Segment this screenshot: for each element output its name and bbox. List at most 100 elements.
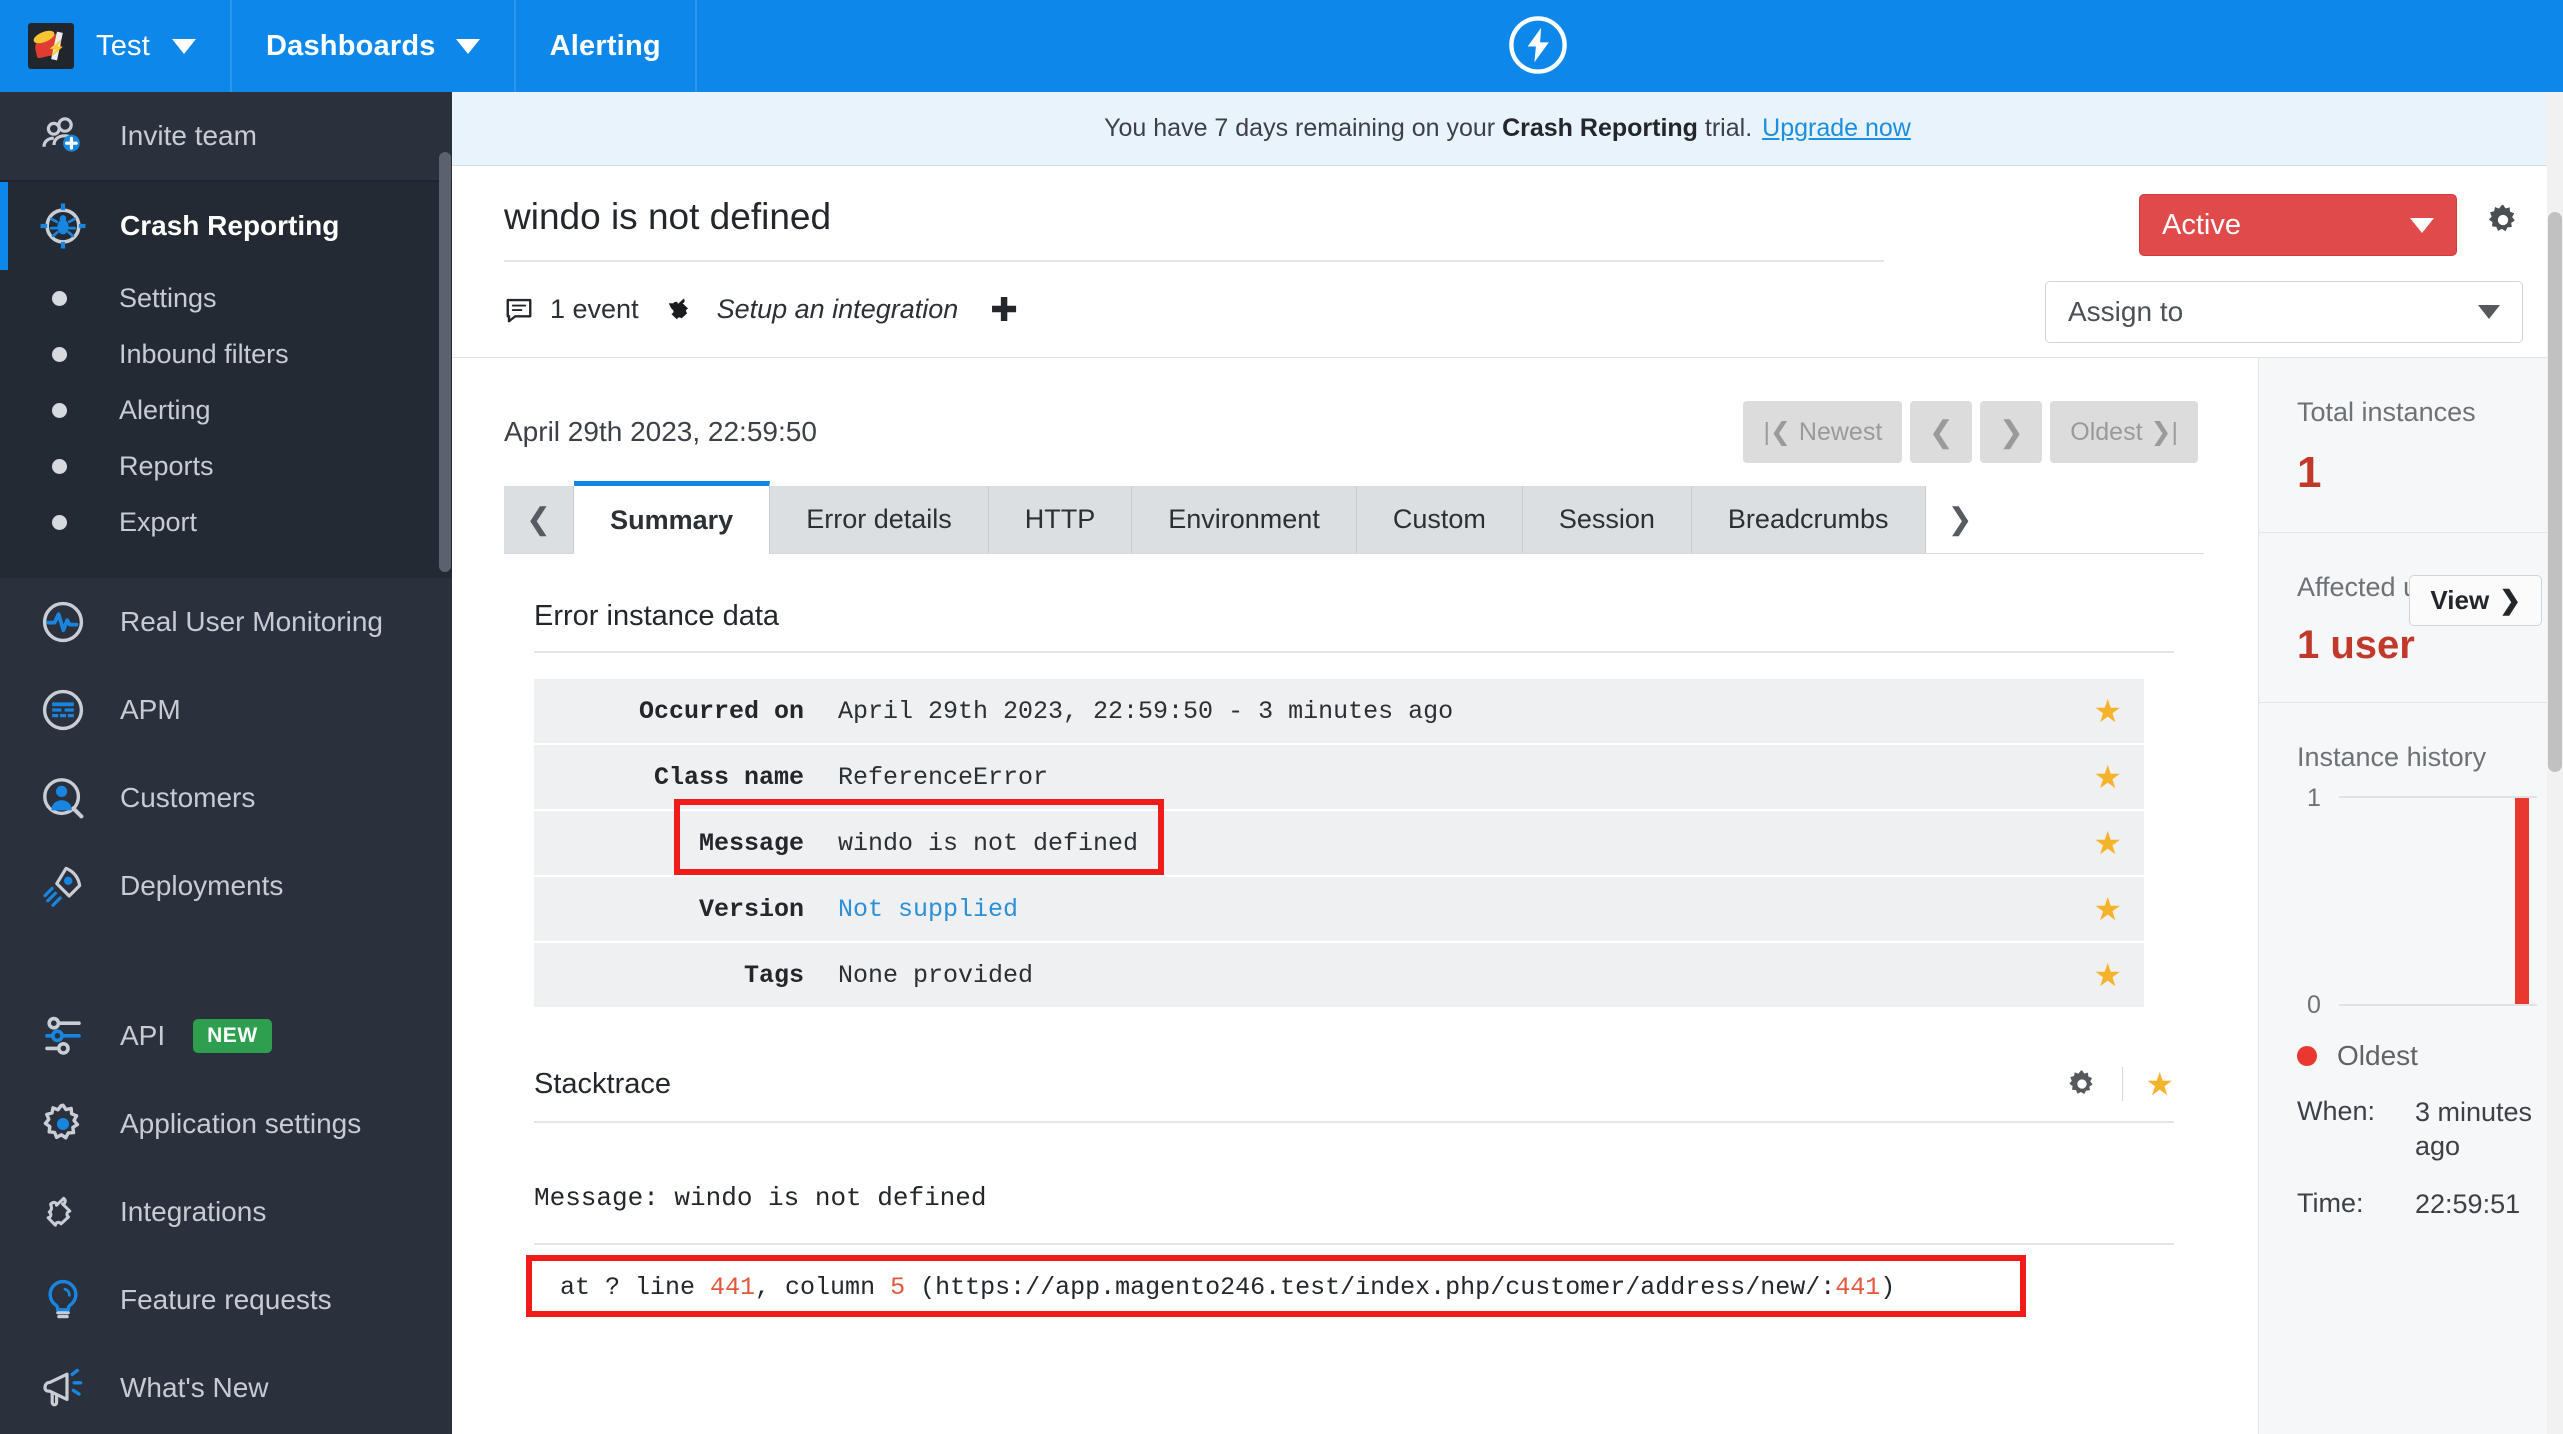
page-title: windo is not defined <box>504 196 1884 262</box>
trial-banner-product: Crash Reporting <box>1502 114 1698 142</box>
sidebar-item-apm[interactable]: APM <box>0 666 452 754</box>
row-value: April 29th 2023, 22:59:50 - 3 minutes ag… <box>838 696 1454 726</box>
star-icon[interactable]: ★ <box>2093 692 2122 730</box>
sidebar-item-api[interactable]: API NEW <box>0 992 452 1080</box>
sidebar-item-real-user-monitoring[interactable]: Real User Monitoring <box>0 578 452 666</box>
sidebar-item-alerting[interactable]: Alerting <box>0 382 452 438</box>
star-icon[interactable]: ★ <box>2145 1065 2174 1103</box>
setup-integration[interactable]: Setup an integration <box>667 293 958 327</box>
table-row: Class name ReferenceError ★ <box>534 745 2144 811</box>
tab-error-details-label: Error details <box>806 504 952 534</box>
previous-button[interactable]: ❮ <box>1910 401 1973 463</box>
star-icon[interactable]: ★ <box>2093 758 2122 796</box>
total-instances-label: Total instances <box>2297 397 2476 427</box>
error-instance-title: Error instance data <box>534 600 2174 653</box>
nav-item-test-label: Test <box>96 29 150 62</box>
star-icon[interactable]: ★ <box>2093 956 2122 994</box>
page-scrollbar-thumb[interactable] <box>2548 212 2562 772</box>
sidebar-item-crash-reporting[interactable]: Crash Reporting <box>0 182 452 270</box>
chevron-down-icon <box>2410 217 2434 233</box>
plus-icon[interactable]: ✚ <box>990 290 1018 329</box>
sidebar-item-whats-new-label: What's New <box>120 1372 269 1403</box>
error-instance-table: Occurred on April 29th 2023, 22:59:50 - … <box>534 679 2144 1009</box>
stacktrace-frame: at ? line 441, column 5 (https://app.mag… <box>526 1245 2174 1330</box>
assign-to-dropdown[interactable]: Assign to <box>2045 281 2523 343</box>
sidebar-item-reports[interactable]: Reports <box>0 438 452 494</box>
row-key: Occurred on <box>638 696 804 726</box>
tab-http[interactable]: HTTP <box>988 486 1133 553</box>
pulse-circle-icon <box>30 598 96 646</box>
sidebar-item-inbound-filters[interactable]: Inbound filters <box>0 326 452 382</box>
tab-summary[interactable]: Summary <box>574 481 771 554</box>
trial-banner-text-before: You have 7 days remaining on your <box>1104 114 1496 142</box>
tab-session[interactable]: Session <box>1522 486 1692 553</box>
row-value: ReferenceError <box>838 762 1049 792</box>
bullet-icon <box>52 346 67 362</box>
sidebar-item-application-settings[interactable]: Application settings <box>0 1080 452 1168</box>
sidebar-item-whats-new[interactable]: What's New <box>0 1344 452 1432</box>
divider <box>2122 1067 2124 1101</box>
chevron-right-icon: ❯ <box>1947 503 1973 536</box>
table-row: Tags None provided ★ <box>534 943 2144 1009</box>
legend-dot-icon <box>2297 1046 2317 1067</box>
gear-icon[interactable] <box>2064 1066 2100 1102</box>
sidebar-item-apm-label: APM <box>120 694 181 725</box>
row-value-link[interactable]: Not supplied <box>838 895 1018 924</box>
assign-to-label: Assign to <box>2068 296 2184 327</box>
content-row: April 29th 2023, 22:59:50 |❮ Newest ❮ ❯ … <box>452 358 2563 1434</box>
tab-breadcrumbs[interactable]: Breadcrumbs <box>1691 486 1926 553</box>
sidebar-section-products: Real User Monitoring APM Customers Deplo… <box>0 578 452 992</box>
event-count[interactable]: 1 event <box>504 294 639 325</box>
tab-breadcrumbs-label: Breadcrumbs <box>1727 504 1889 534</box>
main-content: You have 7 days remaining on your Crash … <box>452 92 2563 1434</box>
star-icon[interactable]: ★ <box>2093 890 2122 928</box>
tab-environment[interactable]: Environment <box>1132 486 1357 553</box>
sidebar-item-customers[interactable]: Customers <box>0 754 452 842</box>
sidebar-item-settings-label: Settings <box>119 282 217 313</box>
sidebar-section-crash-reporting: Crash Reporting Settings Inbound filters… <box>0 182 452 578</box>
top-navigation-bar: ⚡ Test Dashboards Alerting <box>0 0 2563 92</box>
sidebar-item-api-label: API <box>120 1020 166 1051</box>
nav-item-dashboards[interactable]: Dashboards <box>232 0 516 92</box>
sidebar-item-settings[interactable]: Settings <box>0 270 452 326</box>
newest-button[interactable]: |❮ Newest <box>1743 401 1903 463</box>
row-value: windo is not defined <box>838 828 1139 858</box>
sidebar-item-feature-requests[interactable]: Feature requests <box>0 1256 452 1344</box>
nav-item-alerting[interactable]: Alerting <box>516 0 697 92</box>
tab-environment-label: Environment <box>1168 504 1320 534</box>
tabs-scroll-right-button[interactable]: ❯ <box>1925 486 1995 553</box>
sidebar-item-export-label: Export <box>119 506 198 537</box>
page-scrollbar-track[interactable] <box>2547 92 2563 1434</box>
sidebar-item-feature-requests-label: Feature requests <box>120 1284 332 1315</box>
status-badge-new: NEW <box>193 1019 272 1053</box>
sidebar-item-export[interactable]: Export <box>0 494 452 550</box>
view-button-label: View <box>2430 584 2490 615</box>
history-when-row: When: 3 minutes ago <box>2297 1096 2562 1164</box>
upgrade-now-link[interactable]: Upgrade now <box>1762 114 1911 143</box>
oldest-button[interactable]: Oldest ❯| <box>2050 401 2198 463</box>
view-affected-users-button[interactable]: View ❯ <box>2409 574 2542 626</box>
page-header: windo is not defined 1 event Setup an in… <box>452 166 2563 358</box>
sidebar-scrollbar[interactable] <box>439 152 451 572</box>
stacktrace-panel: Stacktrace ★ Message: windo is not defin… <box>452 1009 2258 1330</box>
star-icon[interactable]: ★ <box>2093 824 2122 862</box>
status-dropdown-label: Active <box>2162 208 2241 241</box>
sidebar-item-integrations[interactable]: Integrations <box>0 1168 452 1256</box>
tab-error-details[interactable]: Error details <box>770 486 989 553</box>
sidebar-item-integrations-label: Integrations <box>120 1196 267 1227</box>
next-button[interactable]: ❯ <box>1980 401 2043 463</box>
side-stats-panel: Total instances 1 Affected users 1 user … <box>2259 358 2562 1434</box>
sidebar-item-invite-team[interactable]: Invite team <box>0 92 452 180</box>
status-dropdown-active[interactable]: Active <box>2139 194 2457 256</box>
nav-item-test[interactable]: ⚡ Test <box>0 0 232 92</box>
instance-nav-buttons: |❮ Newest ❮ ❯ Oldest ❯| <box>1743 401 2198 463</box>
tab-custom[interactable]: Custom <box>1356 486 1523 553</box>
puzzle-icon <box>30 1188 96 1236</box>
sidebar-item-deployments[interactable]: Deployments <box>0 842 452 930</box>
instance-date: April 29th 2023, 22:59:50 <box>504 416 817 447</box>
gear-icon[interactable] <box>2483 200 2523 240</box>
chart-gridline-top <box>2339 796 2537 799</box>
tabs-scroll-left-button[interactable]: ❮ <box>504 486 575 553</box>
first-page-icon: |❮ <box>1763 418 1791 446</box>
instance-history-block: Instance history 1 0 Oldest When: 3 minu… <box>2259 703 2562 1242</box>
